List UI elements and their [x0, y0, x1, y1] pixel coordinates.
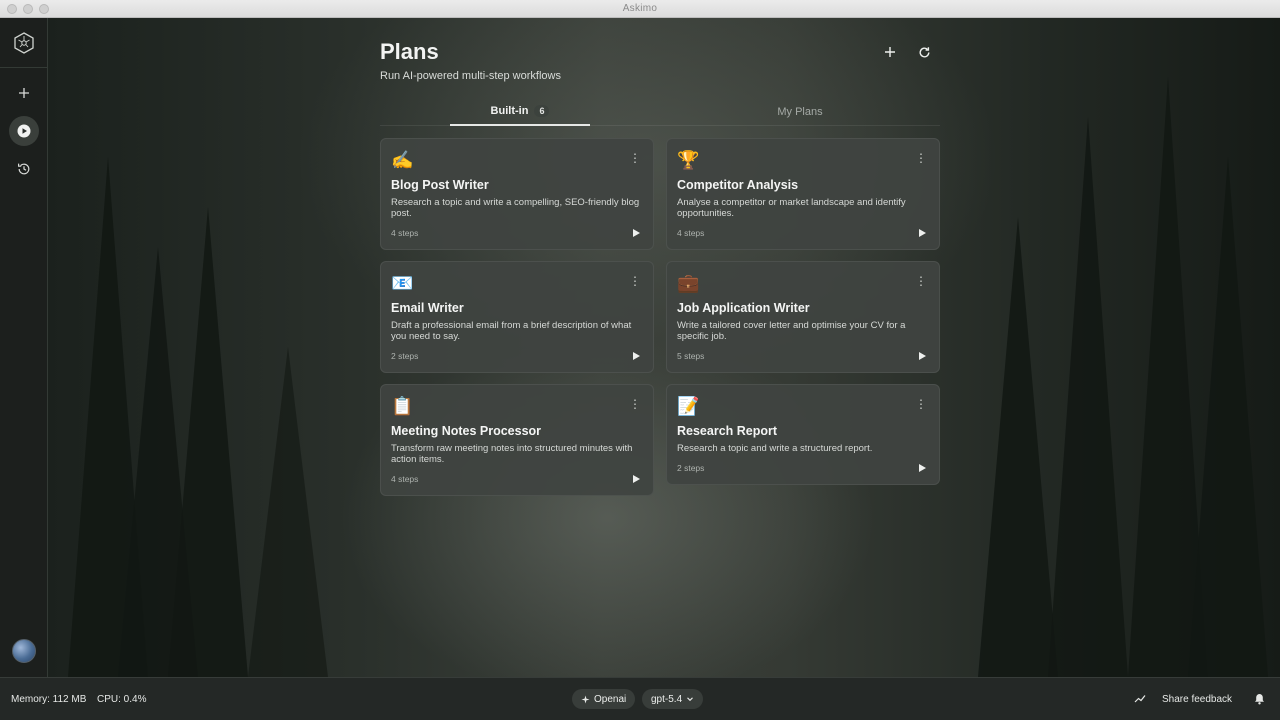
window-controls [7, 4, 49, 14]
plan-steps: 2 steps [677, 463, 705, 473]
user-avatar[interactable] [12, 639, 36, 663]
plan-card-email-writer[interactable]: 📧 ⋮ Email Writer Draft a professional em… [380, 261, 654, 373]
more-options-icon[interactable]: ⋮ [915, 151, 927, 165]
plan-name: Blog Post Writer [391, 178, 489, 192]
play-circle-icon [17, 124, 30, 138]
plan-steps: 4 steps [677, 228, 705, 238]
refresh-icon [919, 46, 929, 57]
play-icon[interactable] [631, 228, 641, 238]
plan-name: Meeting Notes Processor [391, 424, 542, 438]
plan-description: Draft a professional email from a brief … [391, 320, 632, 342]
plans-button[interactable] [8, 116, 39, 146]
more-options-icon[interactable]: ⋮ [915, 274, 927, 288]
app-logo [0, 18, 48, 68]
plan-card-competitor-analysis[interactable]: 🏆 ⋮ Competitor Analysis Analyse a compet… [666, 138, 940, 250]
plan-card-meeting-notes-processor[interactable]: 📋 ⋮ Meeting Notes Processor Transform ra… [380, 384, 654, 496]
notifications-button[interactable] [1252, 692, 1266, 706]
history-button[interactable] [9, 154, 39, 184]
trend-line-icon [1134, 695, 1146, 703]
briefcase-icon: 💼 [677, 273, 700, 293]
status-bar: Memory: 112 MB CPU: 0.4% Openai gpt-5.4 … [0, 677, 1280, 720]
plan-description: Research a topic and write a compelling,… [391, 197, 640, 219]
more-options-icon[interactable]: ⋮ [629, 274, 641, 288]
plan-description: Research a topic and write a structured … [677, 443, 873, 454]
plan-name: Email Writer [391, 301, 464, 315]
email-icon: 📧 [391, 273, 414, 293]
page-subtitle: Run AI-powered multi-step workflows [380, 70, 561, 82]
plus-icon [885, 47, 895, 57]
pen-icon: ✍️ [391, 150, 414, 170]
tab-built-in[interactable]: Built-in 6 [450, 98, 590, 126]
more-options-icon[interactable]: ⋮ [629, 151, 641, 165]
plan-steps: 2 steps [391, 351, 419, 361]
tab-my-plans[interactable]: My Plans [730, 98, 870, 126]
play-icon[interactable] [631, 474, 641, 484]
more-options-icon[interactable]: ⋮ [629, 397, 641, 411]
page-title: Plans [380, 39, 439, 64]
refresh-button[interactable] [914, 42, 934, 62]
plan-card-research-report[interactable]: 📝 ⋮ Research Report Research a topic and… [666, 384, 940, 485]
history-icon [17, 163, 29, 175]
play-icon[interactable] [917, 351, 927, 361]
model-label: gpt-5.4 [651, 693, 683, 705]
plan-steps: 5 steps [677, 351, 705, 361]
plan-steps: 4 steps [391, 474, 419, 484]
cpu-usage: CPU: 0.4% [97, 694, 147, 705]
play-icon[interactable] [917, 463, 927, 473]
plan-description: Transform raw meeting notes into structu… [391, 443, 633, 465]
sidebar [0, 18, 48, 677]
window-titlebar: Askimo [0, 0, 1280, 18]
trophy-icon: 🏆 [677, 150, 700, 170]
window-title: Askimo [622, 3, 658, 14]
close-window-button[interactable] [7, 4, 17, 14]
hexagon-logo-icon [14, 31, 34, 54]
plan-name: Job Application Writer [677, 301, 810, 315]
clipboard-icon: 📋 [391, 396, 414, 416]
tab-label: Built-in [490, 105, 529, 117]
play-icon[interactable] [917, 228, 927, 238]
plan-card-blog-post-writer[interactable]: ✍️ ⋮ Blog Post Writer Research a topic a… [380, 138, 654, 250]
new-chat-button[interactable] [9, 78, 39, 108]
sparkle-icon [581, 694, 590, 704]
tab-count-badge: 6 [534, 105, 550, 117]
provider-label: Openai [594, 693, 627, 705]
plan-description: Analyse a competitor or market landscape… [677, 197, 906, 219]
plan-tabs: Built-in 6 My Plans [380, 98, 940, 126]
minimize-window-button[interactable] [23, 4, 33, 14]
memo-icon: 📝 [677, 396, 700, 416]
plan-name: Competitor Analysis [677, 178, 799, 192]
plan-name: Research Report [677, 424, 778, 438]
performance-chart-button[interactable] [1133, 692, 1147, 706]
plus-icon [18, 88, 29, 98]
play-icon[interactable] [631, 351, 641, 361]
plan-description: Write a tailored cover letter and optimi… [677, 320, 906, 342]
share-feedback-link[interactable]: Share feedback [1162, 694, 1232, 705]
more-options-icon[interactable]: ⋮ [915, 397, 927, 411]
provider-selector[interactable]: Openai [572, 689, 636, 709]
bell-icon [1254, 694, 1264, 705]
plan-steps: 4 steps [391, 228, 419, 238]
zoom-window-button[interactable] [39, 4, 49, 14]
add-plan-button[interactable] [880, 42, 900, 62]
plan-card-job-application-writer[interactable]: 💼 ⋮ Job Application Writer Write a tailo… [666, 261, 940, 373]
memory-usage: Memory: 112 MB [11, 694, 87, 705]
model-selector[interactable]: gpt-5.4 [642, 689, 704, 709]
chevron-down-icon [687, 697, 694, 702]
tab-label: My Plans [777, 106, 823, 118]
